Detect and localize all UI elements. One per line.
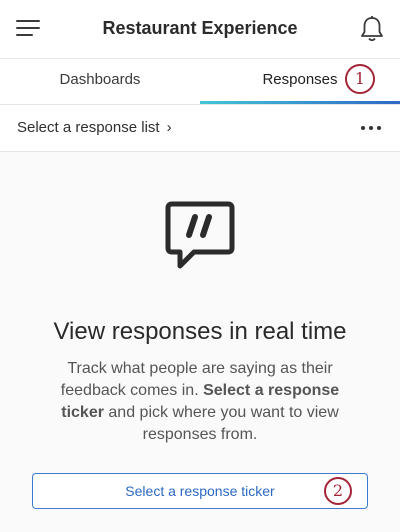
tab-responses-label: Responses bbox=[262, 71, 338, 88]
page-title: Restaurant Experience bbox=[102, 18, 298, 38]
active-tab-indicator bbox=[200, 101, 400, 104]
quote-speech-bubble-icon bbox=[164, 200, 236, 272]
empty-state-headline: View responses in real time bbox=[53, 318, 347, 345]
response-list-bar: Select a response list › bbox=[0, 105, 400, 152]
bell-icon[interactable] bbox=[359, 15, 385, 43]
top-app-bar: Restaurant Experience bbox=[0, 0, 400, 59]
annotation-marker-1: 1 bbox=[345, 64, 375, 94]
ticker-button-label: Select a response ticker bbox=[125, 483, 275, 499]
desc-text-2: and pick where you want to view response… bbox=[108, 404, 339, 443]
tab-dashboards[interactable]: Dashboards bbox=[0, 58, 200, 104]
empty-state: View responses in real time Track what p… bbox=[0, 152, 400, 532]
chevron-right-icon: › bbox=[166, 119, 172, 136]
select-response-list-link[interactable]: Select a response list › bbox=[17, 105, 172, 151]
empty-state-description: Track what people are saying as their fe… bbox=[40, 358, 360, 446]
response-list-label: Select a response list bbox=[17, 119, 160, 136]
tab-bar: Dashboards Responses 1 bbox=[0, 58, 400, 105]
annotation-marker-2: 2 bbox=[324, 477, 352, 505]
select-response-ticker-button[interactable]: Select a response ticker 2 bbox=[32, 473, 368, 509]
ellipsis-horizontal-icon[interactable] bbox=[361, 121, 383, 135]
